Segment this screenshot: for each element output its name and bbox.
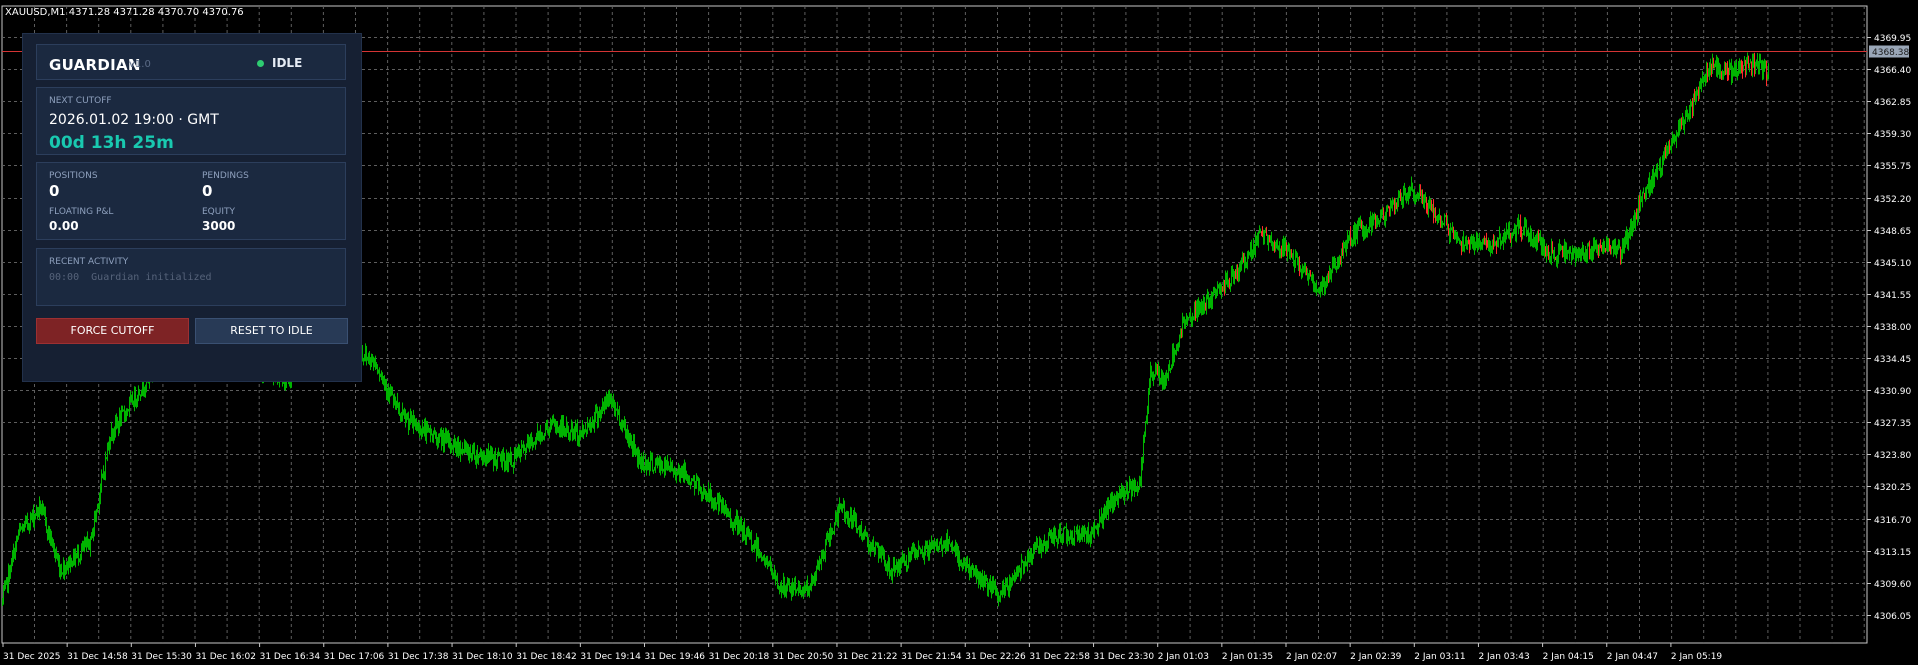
guardian-header: GUARDIAN v1.0 IDLE <box>36 44 346 80</box>
pendings-label: PENDINGS <box>202 171 249 181</box>
cutoff-countdown: 00d 13h 25m <box>49 133 174 153</box>
positions-value: 0 <box>49 182 60 200</box>
time-tick-label: 31 Dec 17:38 <box>388 652 449 662</box>
status-dot-icon <box>257 60 264 67</box>
time-tick-label: 2 Jan 03:43 <box>1478 652 1529 662</box>
price-tick-label: 4338.00 <box>1874 323 1911 333</box>
price-tick-label: 4306.05 <box>1874 612 1911 622</box>
time-tick-label: 31 Dec 18:42 <box>516 652 577 662</box>
time-tick-label: 31 Dec 17:06 <box>324 652 385 662</box>
price-tick-label: 4320.25 <box>1874 483 1911 493</box>
price-tick-label: 4362.85 <box>1874 98 1911 108</box>
time-tick-label: 2 Jan 04:15 <box>1543 652 1594 662</box>
symbol-ohlc-label: XAUUSD,M1 4371.28 4371.28 4370.70 4370.7… <box>5 7 244 18</box>
guardian-panel: GUARDIAN v1.0 IDLE NEXT CUTOFF 2026.01.0… <box>22 33 362 382</box>
next-cutoff-datetime: 2026.01.02 19:00 · GMT <box>49 112 219 128</box>
pendings-value: 0 <box>202 182 213 200</box>
next-cutoff-label: NEXT CUTOFF <box>49 96 112 106</box>
price-tick-label: 4359.30 <box>1874 130 1911 140</box>
time-tick-label: 2 Jan 04:47 <box>1607 652 1658 662</box>
time-tick-label: 2 Jan 01:35 <box>1222 652 1273 662</box>
positions-label: POSITIONS <box>49 171 98 181</box>
time-tick-label: 31 Dec 2025 <box>3 652 61 662</box>
price-tick-label: 4313.15 <box>1874 548 1911 558</box>
stats-card: POSITIONS 0 PENDINGS 0 FLOATING P&L 0.00… <box>36 162 346 240</box>
price-tick-label: 4352.20 <box>1874 195 1911 205</box>
floating-pl-value: 0.00 <box>49 219 79 233</box>
time-tick-label: 31 Dec 18:10 <box>452 652 513 662</box>
time-tick-label: 31 Dec 21:22 <box>837 652 898 662</box>
time-tick-label: 31 Dec 19:14 <box>580 652 641 662</box>
price-tick-label: 4369.95 <box>1874 34 1911 44</box>
price-tick-label: 4334.45 <box>1874 355 1911 365</box>
status-badge: IDLE <box>272 56 303 70</box>
equity-value: 3000 <box>202 219 236 233</box>
price-tick-label: 4345.10 <box>1874 259 1911 269</box>
time-tick-label: 2 Jan 05:19 <box>1671 652 1723 662</box>
time-tick-label: 2 Jan 03:11 <box>1414 652 1465 662</box>
reset-to-idle-button[interactable]: RESET TO IDLE <box>195 318 348 344</box>
time-tick-label: 31 Dec 19:46 <box>645 652 706 662</box>
current-price-label: 4368.38 <box>1872 48 1909 58</box>
floating-pl-label: FLOATING P&L <box>49 207 114 217</box>
time-tick-label: 31 Dec 16:02 <box>195 652 256 662</box>
time-tick-label: 31 Dec 15:30 <box>131 652 192 662</box>
price-tick-label: 4330.90 <box>1874 387 1911 397</box>
activity-log-entry: 00:00 Guardian initialized <box>49 272 212 283</box>
time-tick-label: 31 Dec 20:18 <box>709 652 770 662</box>
price-tick-label: 4341.55 <box>1874 291 1911 301</box>
time-tick-label: 31 Dec 14:58 <box>67 652 128 662</box>
guardian-title: GUARDIAN <box>49 56 141 74</box>
price-tick-label: 4366.40 <box>1874 66 1911 76</box>
force-cutoff-button[interactable]: FORCE CUTOFF <box>36 318 189 344</box>
equity-label: EQUITY <box>202 207 236 217</box>
time-tick-label: 31 Dec 22:26 <box>965 652 1026 662</box>
price-tick-label: 4316.70 <box>1874 516 1911 526</box>
price-tick-label: 4309.60 <box>1874 580 1911 590</box>
time-tick-label: 2 Jan 02:07 <box>1286 652 1337 662</box>
guardian-version: v1.0 <box>129 59 151 70</box>
time-tick-label: 31 Dec 21:54 <box>901 652 962 662</box>
time-tick-label: 31 Dec 20:50 <box>773 652 834 662</box>
activity-message: Guardian initialized <box>91 272 212 283</box>
next-cutoff-card: NEXT CUTOFF 2026.01.02 19:00 · GMT 00d 1… <box>36 87 346 155</box>
price-tick-label: 4327.35 <box>1874 419 1911 429</box>
price-tick-label: 4355.75 <box>1874 162 1911 172</box>
recent-activity-label: RECENT ACTIVITY <box>49 257 129 267</box>
time-tick-label: 2 Jan 02:39 <box>1350 652 1402 662</box>
price-tick-label: 4323.80 <box>1874 451 1911 461</box>
price-tick-label: 4348.65 <box>1874 227 1911 237</box>
time-tick-label: 31 Dec 23:30 <box>1094 652 1155 662</box>
time-tick-label: 2 Jan 01:03 <box>1158 652 1209 662</box>
recent-activity-card: RECENT ACTIVITY 00:00 Guardian initializ… <box>36 248 346 306</box>
time-tick-label: 31 Dec 16:34 <box>260 652 321 662</box>
activity-time: 00:00 <box>49 272 80 283</box>
time-tick-label: 31 Dec 22:58 <box>1029 652 1090 662</box>
